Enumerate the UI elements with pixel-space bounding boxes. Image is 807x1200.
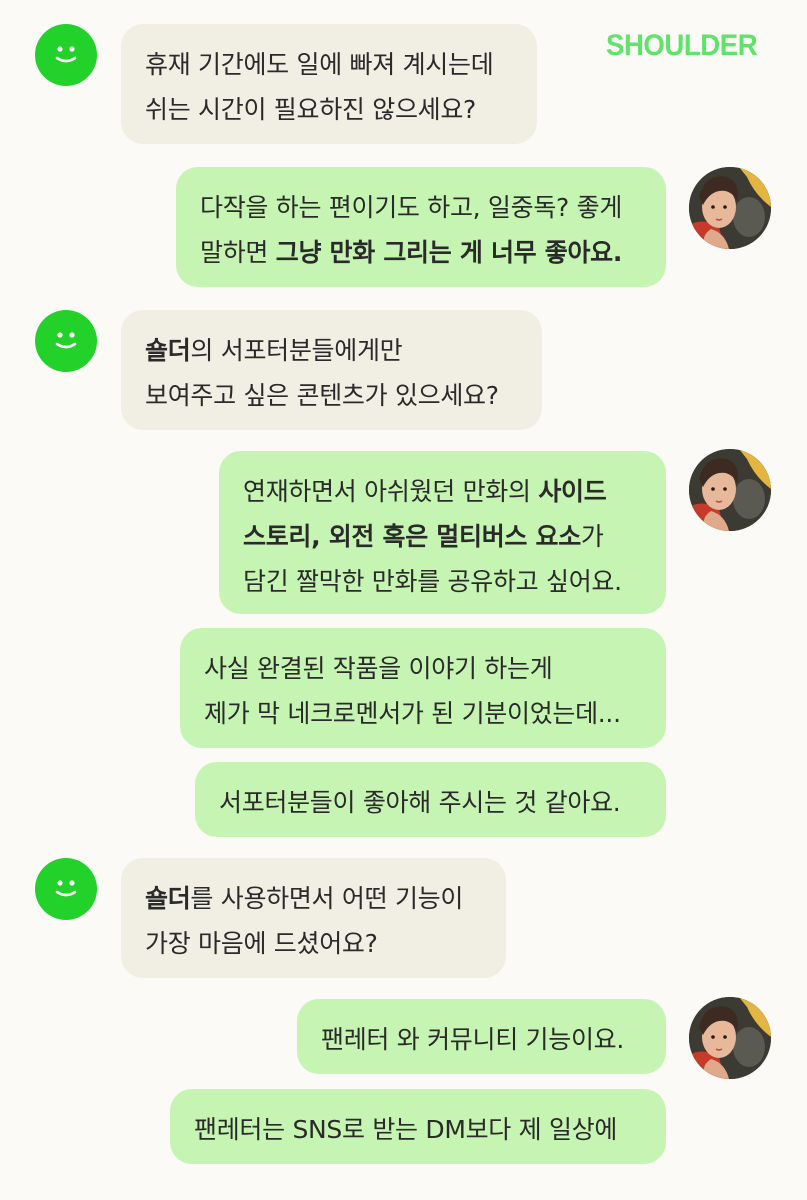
chat-bubble-bot: 휴재 기간에도 일에 빠져 계시는데쉬는 시간이 필요하진 않으세요? — [121, 24, 537, 144]
chat-bubble-user: 다작을 하는 편이기도 하고, 일중독? 좋게말하면 그냥 만화 그리는 게 너… — [176, 167, 666, 287]
chat-bubble-user: 서포터분들이 좋아해 주시는 것 같아요. — [195, 762, 666, 837]
message-line: 보여주고 싶은 콘텐츠가 있으세요? — [145, 373, 518, 418]
message-text-bold: 스토리, 외전 혹은 멀티버스 요소 — [243, 522, 581, 551]
message-line: 숄더의 서포터분들에게만 — [145, 328, 518, 373]
message-text-bold: 숄더 — [145, 884, 191, 913]
message-text: 팬레터 와 커뮤니티 기능이요. — [321, 1025, 624, 1054]
message-line: 연재하면서 아쉬웠던 만화의 사이드 — [243, 469, 642, 514]
message-text-bold: 사이드 — [538, 477, 607, 506]
message-text: 다작을 하는 편이기도 하고, 일중독? 좋게 — [200, 193, 623, 222]
message-line: 담긴 짤막한 만화를 공유하고 싶어요. — [243, 559, 642, 604]
message-text: 팬레터는 SNS로 받는 DM보다 제 일상에 — [194, 1115, 618, 1144]
chat-bubble-user: 팬레터는 SNS로 받는 DM보다 제 일상에 — [170, 1089, 666, 1164]
message-text: 말하면 — [200, 238, 276, 267]
message-text: 보여주고 싶은 콘텐츠가 있으세요? — [145, 381, 499, 410]
shoulder-logo: SHOULDER — [606, 29, 758, 62]
chat-bubble-user: 팬레터 와 커뮤니티 기능이요. — [297, 999, 666, 1074]
chat-bubble-bot: 숄더를 사용하면서 어떤 기능이가장 마음에 드셨어요? — [121, 858, 506, 978]
message-line: 서포터분들이 좋아해 주시는 것 같아요. — [219, 780, 642, 825]
message-text: 사실 완결된 작품을 이야기 하는게 — [204, 654, 553, 683]
message-line: 제가 막 네크로멘서가 된 기분이었는데... — [204, 691, 642, 736]
message-text: 휴재 기간에도 일에 빠져 계시는데 — [145, 50, 494, 79]
user-avatar-portrait-icon — [689, 997, 771, 1079]
chat-bubble-user: 사실 완결된 작품을 이야기 하는게제가 막 네크로멘서가 된 기분이었는데..… — [180, 628, 666, 748]
message-text: 의 서포터분들에게만 — [190, 336, 403, 365]
message-text: 가 — [580, 522, 604, 551]
message-line: 스토리, 외전 혹은 멀티버스 요소가 — [243, 514, 642, 559]
message-line: 사실 완결된 작품을 이야기 하는게 — [204, 646, 642, 691]
bot-avatar-smiley-icon — [35, 310, 97, 372]
message-line: 팬레터는 SNS로 받는 DM보다 제 일상에 — [194, 1107, 642, 1152]
message-line: 숄더를 사용하면서 어떤 기능이 — [145, 876, 482, 921]
chat-bubble-bot: 숄더의 서포터분들에게만보여주고 싶은 콘텐츠가 있으세요? — [121, 310, 542, 430]
message-text: 가장 마음에 드셨어요? — [145, 929, 378, 958]
message-text: 서포터분들이 좋아해 주시는 것 같아요. — [219, 788, 621, 817]
message-line: 휴재 기간에도 일에 빠져 계시는데 — [145, 42, 513, 87]
bot-avatar-smiley-icon — [35, 24, 97, 86]
message-text: 쉬는 시간이 필요하진 않으세요? — [145, 95, 477, 124]
message-text: 제가 막 네크로멘서가 된 기분이었는데... — [204, 699, 621, 728]
message-line: 가장 마음에 드셨어요? — [145, 921, 482, 966]
message-line: 말하면 그냥 만화 그리는 게 너무 좋아요. — [200, 230, 642, 275]
message-text: 연재하면서 아쉬웠던 만화의 — [243, 477, 539, 506]
message-text-bold: 숄더 — [145, 336, 191, 365]
message-line: 다작을 하는 편이기도 하고, 일중독? 좋게 — [200, 185, 642, 230]
user-avatar-portrait-icon — [689, 449, 771, 531]
bot-avatar-smiley-icon — [35, 858, 97, 920]
message-line: 쉬는 시간이 필요하진 않으세요? — [145, 87, 513, 132]
chat-bubble-user: 연재하면서 아쉬웠던 만화의 사이드 스토리, 외전 혹은 멀티버스 요소가 담긴 … — [219, 451, 666, 614]
user-avatar-portrait-icon — [689, 167, 771, 249]
message-text: 담긴 짤막한 만화를 공유하고 싶어요. — [243, 567, 622, 596]
message-line: 팬레터 와 커뮤니티 기능이요. — [321, 1017, 642, 1062]
message-text-bold: 그냥 만화 그리는 게 너무 좋아요. — [275, 238, 623, 267]
message-text: 를 사용하면서 어떤 기능이 — [190, 884, 464, 913]
